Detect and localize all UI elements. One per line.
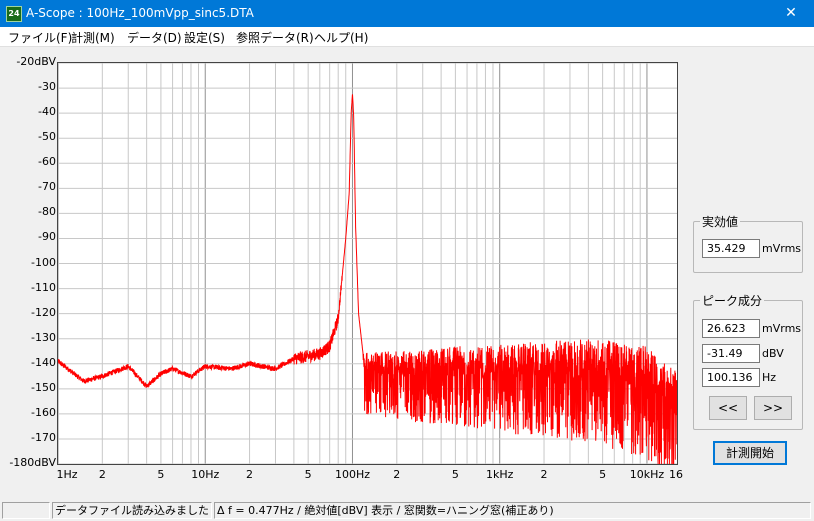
x-tick-label: 100Hz xyxy=(334,468,370,481)
status-info: Δ f = 0.477Hz / 絶対値[dBV] 表示 / 窓関数=ハニング窓(… xyxy=(214,502,811,519)
menu-settings[interactable]: 設定(S) xyxy=(184,29,225,46)
peak-dbv-field: -31.49 xyxy=(702,344,760,363)
peak-rms-unit: mVrms xyxy=(762,322,802,335)
x-tick-label: 10Hz xyxy=(191,468,220,481)
y-tick-label: -180dBV xyxy=(9,456,56,469)
y-tick-label: -110 xyxy=(31,280,56,294)
y-tick-label: -150 xyxy=(31,380,56,394)
close-button[interactable]: ✕ xyxy=(768,0,814,27)
app-icon: 24 xyxy=(6,6,22,22)
y-tick-label: -40 xyxy=(38,105,56,119)
menu-help[interactable]: ヘルプ(H) xyxy=(314,29,368,46)
peak-rms-field: 26.623 xyxy=(702,319,760,338)
y-tick-label: -20dBV xyxy=(16,55,56,68)
menu-measure[interactable]: 計測(M) xyxy=(71,29,115,46)
y-tick-label: -90 xyxy=(38,230,56,244)
rms-unit: mVrms xyxy=(762,242,802,255)
spectrum-plot xyxy=(58,63,677,464)
title-bar: 24 A-Scope : 100Hz_100mVpp_sinc5.DTA ✕ xyxy=(0,0,814,27)
menu-data[interactable]: データ(D) xyxy=(127,29,182,46)
menu-reference-data[interactable]: 参照データ(R) xyxy=(236,29,314,46)
start-measurement-button[interactable]: 計測開始 xyxy=(713,441,787,465)
peak-panel-title: ピーク成分 xyxy=(700,292,765,309)
x-tick-label: 5 xyxy=(157,468,165,481)
y-tick-label: -160 xyxy=(31,405,56,419)
x-tick-label: 5 xyxy=(599,468,607,481)
rms-panel-title: 実効値 xyxy=(700,213,741,230)
x-tick-label: 2 xyxy=(98,468,106,481)
peak-dbv-unit: dBV xyxy=(762,347,784,360)
prev-peak-button[interactable]: << xyxy=(709,396,747,420)
spectrum-trace xyxy=(58,94,677,464)
y-tick-label: -170 xyxy=(31,430,56,444)
plot-frame xyxy=(57,62,678,465)
y-tick-label: -100 xyxy=(31,255,56,269)
y-tick-label: -30 xyxy=(38,80,56,94)
status-message: データファイル読み込みました xyxy=(52,502,212,519)
y-tick-label: -70 xyxy=(38,180,56,194)
status-cell-left xyxy=(2,502,50,519)
window-title: A-Scope : 100Hz_100mVpp_sinc5.DTA xyxy=(26,6,254,20)
x-tick-label: 10kHz xyxy=(629,468,665,481)
x-tick-label: 5 xyxy=(451,468,459,481)
x-tick-label: 2 xyxy=(246,468,254,481)
y-tick-label: -140 xyxy=(31,355,56,369)
status-bar: データファイル読み込みました Δ f = 0.477Hz / 絶対値[dBV] … xyxy=(0,500,814,521)
rms-value-field: 35.429 xyxy=(702,239,760,258)
x-tick-label: 1kHz xyxy=(485,468,514,481)
x-tick-label: 16 xyxy=(669,468,683,481)
peak-freq-unit: Hz xyxy=(762,371,777,384)
y-tick-label: -50 xyxy=(38,130,56,144)
x-tick-label: 2 xyxy=(540,468,548,481)
x-tick-label: 2 xyxy=(393,468,401,481)
menu-bar: ファイル(F) 計測(M) データ(D) 設定(S) 参照データ(R) ヘルプ(… xyxy=(0,27,814,47)
x-tick-label: 5 xyxy=(304,468,312,481)
next-peak-button[interactable]: >> xyxy=(754,396,792,420)
x-tick-label: 1Hz xyxy=(56,468,78,481)
rms-panel: 実効値 35.429 mVrms xyxy=(693,213,803,273)
y-tick-label: -60 xyxy=(38,155,56,169)
y-tick-label: -120 xyxy=(31,305,56,319)
peak-panel: ピーク成分 26.623 mVrms -31.49 dBV 100.136 Hz… xyxy=(693,292,803,430)
y-tick-label: -80 xyxy=(38,205,56,219)
peak-freq-field: 100.136 xyxy=(702,368,760,387)
y-tick-label: -130 xyxy=(31,330,56,344)
menu-file[interactable]: ファイル(F) xyxy=(8,29,72,46)
